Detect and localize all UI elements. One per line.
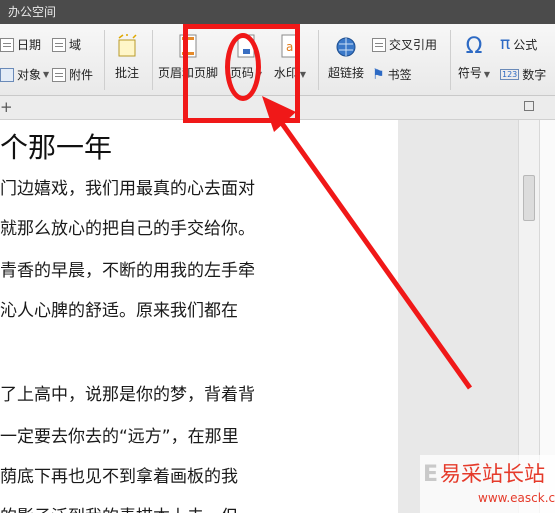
pi-icon: π [500,34,511,54]
paperclip-icon [52,67,66,82]
document-page[interactable]: 个那一年 门边嬉戏，我们用最真的心去面对 就那么放心的把自己的手交给你。 青香的… [0,120,398,513]
document-line: 门边嬉戏，我们用最真的心去面对 [0,179,255,199]
watermark-text: 易采站长站 [440,462,545,486]
symbol-button[interactable]: Ω 符号 ▼ [452,30,496,92]
date-button[interactable]: 日期 [0,36,41,53]
document-line: 就那么放心的把自己的手交给你。 [0,219,255,239]
scrollbar-thumb[interactable] [523,175,535,221]
chevron-down-icon: ▼ [483,70,491,79]
ribbon-divider [318,30,319,90]
attachment-button[interactable]: 附件 [52,66,93,83]
hyperlink-button[interactable]: 超链接 [324,30,368,92]
chevron-down-icon: ▼ [43,70,50,79]
document-line: 沁人心脾的舒适。原来我们都在 [0,301,238,321]
object-icon [0,67,14,82]
formula-button[interactable]: π 公式 [500,34,537,54]
document-line: 的影子泛到我的素描本上去，但 [0,502,238,513]
number-button[interactable]: 123 数字 [500,66,546,83]
cross-reference-icon [372,37,386,52]
bookmark-icon: ⚑ [372,66,385,83]
chevron-down-icon: ▼ [299,70,307,79]
field-button[interactable]: 域 [52,36,81,53]
window-title: 办公空间 [8,5,57,19]
bookmark-button[interactable]: ⚑ 书签 [372,66,412,83]
document-line: 了上高中，说那是你的梦，背着背 [0,385,255,405]
document-title: 个那一年 [0,131,113,164]
comment-icon [116,34,138,60]
ribbon-divider [450,30,451,90]
ribbon-divider [152,30,153,90]
document-line: 荫底下再也见不到拿着画板的我 [0,467,238,487]
number-format-icon: 123 [500,69,520,80]
field-icon [52,37,66,52]
document-line: 一定要去你去的“远方”，在那里 [0,427,239,447]
omega-icon: Ω [465,34,483,59]
add-tab-icon[interactable]: + [0,98,13,116]
object-button[interactable]: 对象 ▼ [0,66,49,83]
watermark-logo: E [423,462,439,487]
cross-reference-button[interactable]: 交叉引用 [372,36,437,53]
comment-button[interactable]: 批注 [105,30,149,92]
document-line: 青香的早晨，不断的用我的左手牵 [0,261,255,281]
window-title-bar: 办公空间 [0,0,555,24]
watermark-url: www.easck.com [478,491,555,505]
calendar-icon [0,37,14,52]
globe-icon [335,34,357,60]
pane-toggle-icon[interactable] [524,101,534,111]
highlight-circle [225,33,261,101]
